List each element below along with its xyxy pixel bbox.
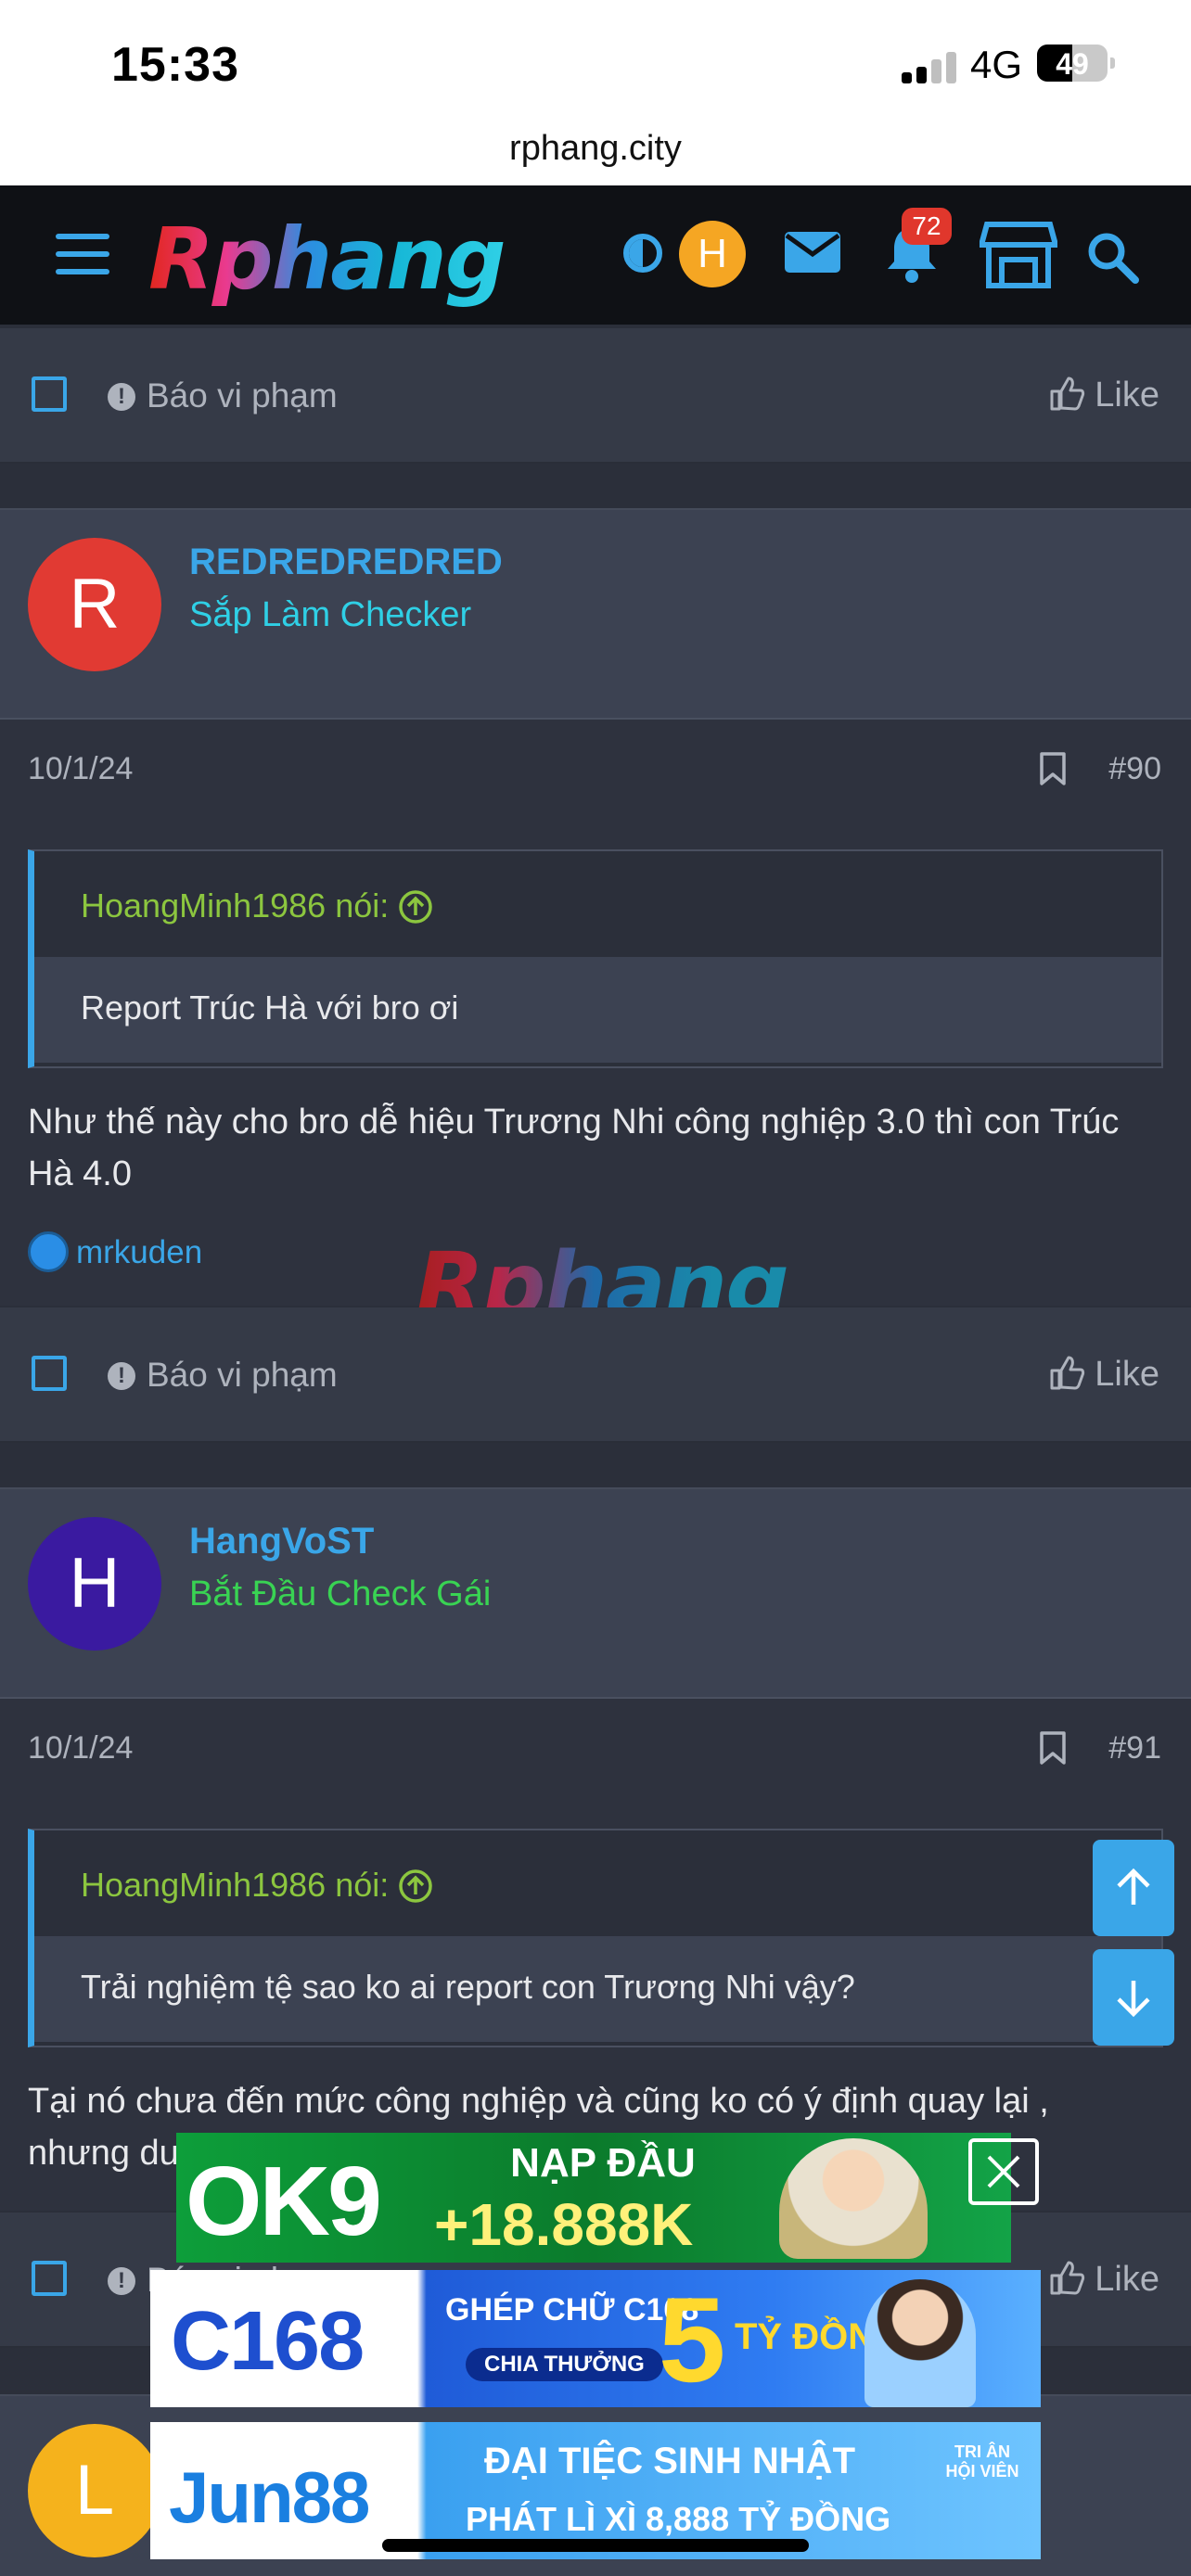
alert-icon: ! — [108, 2267, 135, 2295]
home-indicator[interactable] — [382, 2539, 809, 2552]
like-button[interactable]: Like — [1048, 1354, 1159, 1395]
site-header: Rphang H — [0, 185, 1191, 325]
post-header: H HangVoST Bắt Đầu Check Gái — [0, 1487, 1191, 1699]
avatar[interactable]: R — [28, 538, 161, 671]
theme-toggle-icon[interactable] — [623, 234, 662, 273]
report-link[interactable]: ! Báo vi phạm — [108, 376, 338, 415]
scroll-bottom-button[interactable] — [1093, 1949, 1174, 2046]
quote-author: HoangMinh1986 nói: — [81, 886, 390, 925]
avatar[interactable]: H — [28, 1517, 161, 1651]
ad-brand: Jun88 — [169, 2456, 370, 2538]
ad-text: PHÁT LÌ XÌ 8,888 TỶ ĐỒNG — [466, 2500, 891, 2538]
arrow-down-icon — [1117, 1981, 1150, 2018]
report-link[interactable]: ! Báo vi phạm — [108, 1356, 338, 1395]
arrow-up-circle-icon[interactable] — [398, 1868, 433, 1904]
like-button[interactable]: Like — [1048, 375, 1159, 415]
signal-icon — [902, 52, 959, 83]
user-title: Sắp Làm Checker — [189, 595, 472, 634]
ad-brand: C168 — [171, 2295, 365, 2388]
mail-icon[interactable] — [783, 230, 842, 274]
close-ad-button[interactable] — [968, 2138, 1039, 2205]
avatar[interactable]: L — [28, 2424, 161, 2557]
like-button[interactable]: Like — [1048, 2259, 1159, 2300]
ad-badge: TRI ÂN HỘI VIÊN — [945, 2442, 1019, 2480]
close-icon — [987, 2155, 1020, 2188]
post-header: R REDREDREDRED Sắp Làm Checker — [0, 508, 1191, 720]
username[interactable]: REDREDREDRED — [189, 542, 503, 583]
post-number[interactable]: #91 — [1108, 1730, 1161, 1766]
quote-text: Trải nghiệm tệ sao ko ai report con Trươ… — [34, 1936, 1161, 2042]
alert-icon: ! — [108, 383, 135, 411]
menu-icon[interactable] — [56, 234, 109, 274]
thumbs-up-icon — [1050, 376, 1085, 411]
reaction-bar[interactable]: mrkuden — [28, 1231, 202, 1272]
like-label: Like — [1095, 376, 1159, 414]
quote-author: HoangMinh1986 nói: — [81, 1866, 390, 1904]
site-logo[interactable]: Rphang — [148, 210, 506, 309]
search-icon[interactable] — [1085, 230, 1139, 284]
quote-text: Report Trúc Hà với bro ơi — [34, 957, 1161, 1063]
reaction-user[interactable]: mrkuden — [76, 1234, 202, 1270]
quote-header[interactable]: HoangMinh1986 nói: — [34, 1830, 1161, 1936]
network-type: 4G — [970, 43, 1023, 86]
notification-badge: 72 — [902, 208, 952, 245]
ad-brand: OK9 — [186, 2147, 382, 2256]
like-label: Like — [1095, 1355, 1159, 1394]
ad-text: ĐẠI TIỆC SINH NHẬT — [484, 2441, 855, 2481]
status-bar: 15:33 4G 49 — [0, 0, 1191, 121]
ad-image — [864, 2279, 976, 2407]
report-label: Báo vi phạm — [147, 1356, 338, 1394]
post-date[interactable]: 10/1/24 — [28, 751, 133, 787]
post-footer: ! Báo vi phạm Like — [0, 1307, 1191, 1443]
select-checkbox[interactable] — [32, 1356, 67, 1391]
quote-block: HoangMinh1986 nói: Trải nghiệm tệ sao ko… — [28, 1829, 1163, 2047]
alert-icon: ! — [108, 1362, 135, 1390]
username[interactable]: HangVoST — [189, 1521, 374, 1562]
post-footer: ! Báo vi phạm Like — [0, 328, 1191, 464]
like-reaction-icon — [28, 1231, 69, 1272]
select-checkbox[interactable] — [32, 376, 67, 412]
post-date[interactable]: 10/1/24 — [28, 1730, 133, 1766]
post-body: 10/1/24 #90 HoangMinh1986 nói: Report Tr… — [0, 720, 1191, 1306]
thumbs-up-icon — [1050, 1356, 1085, 1390]
bookmark-icon[interactable] — [1039, 751, 1067, 786]
battery-icon: 49 — [1037, 45, 1115, 82]
url-bar[interactable]: rphang.city — [0, 121, 1191, 185]
ad-text: CHIA THƯỞNG — [466, 2348, 663, 2381]
ad-image — [779, 2138, 928, 2259]
post-message: Như thế này cho bro dễ hiệu Trương Nhi c… — [28, 1103, 1120, 1193]
scroll-top-button[interactable] — [1093, 1840, 1174, 1936]
ad-banner-c168[interactable]: C168 GHÉP CHỮ C168 CHIA THƯỞNG 5 TỶ ĐỒNG — [150, 2270, 1041, 2407]
report-label: Báo vi phạm — [147, 376, 338, 414]
post-message-line: Tại nó chưa đến mức công nghiệp và cũng … — [28, 2082, 1049, 2121]
status-time: 15:33 — [111, 38, 239, 92]
ad-text: NẠP ĐẦU — [510, 2140, 696, 2186]
bookmark-icon[interactable] — [1039, 1730, 1067, 1766]
arrow-up-circle-icon[interactable] — [398, 889, 433, 925]
like-label: Like — [1095, 2260, 1159, 2299]
post-number[interactable]: #90 — [1108, 751, 1161, 787]
page: 15:33 4G 49 rphang.city Rphang H 72 ! Bá… — [0, 0, 1191, 2576]
thumbs-up-icon — [1050, 2261, 1085, 2295]
user-title: Bắt Đầu Check Gái — [189, 1575, 492, 1613]
ad-text: 5 — [659, 2272, 726, 2407]
arrow-up-icon — [1117, 1868, 1150, 1905]
quote-header[interactable]: HoangMinh1986 nói: — [34, 851, 1161, 957]
ad-text: +18.888K — [434, 2191, 694, 2258]
quote-block: HoangMinh1986 nói: Report Trúc Hà với br… — [28, 849, 1163, 1068]
store-icon[interactable] — [980, 221, 1057, 289]
user-avatar[interactable]: H — [679, 221, 746, 287]
select-checkbox[interactable] — [32, 2261, 67, 2296]
ad-banner-ok9[interactable]: OK9 NẠP ĐẦU +18.888K — [176, 2133, 1011, 2263]
battery-level: 49 — [1056, 47, 1089, 81]
